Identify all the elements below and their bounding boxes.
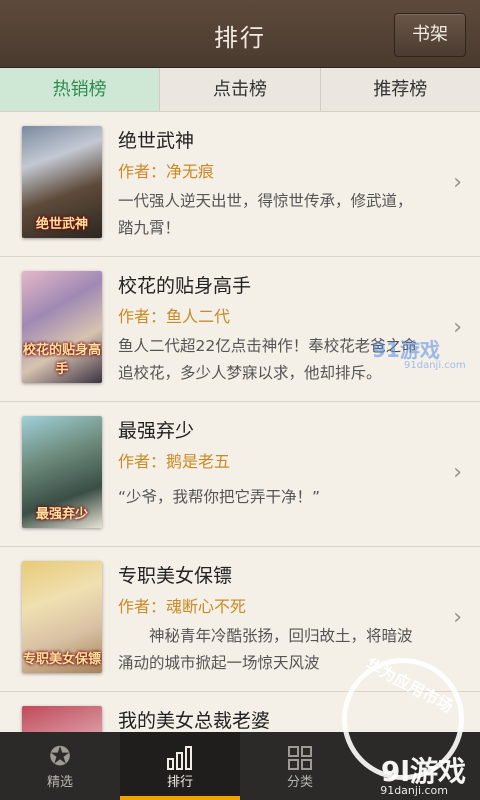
watermark-url-mid: 91danji.com <box>404 360 466 371</box>
book-author: 作者：鱼人二代 <box>118 307 231 326</box>
list-item[interactable]: 最强弃少 最强弃少 作者：鹅是老五 “少爷，我帮你把它弄干净！” › <box>0 402 480 547</box>
book-description: “少爷，我帮你把它弄干净！” <box>118 488 321 506</box>
cover-title: 最强弃少 <box>35 507 88 522</box>
cover-title: 专职美女保镖 <box>22 652 101 667</box>
cover-title: 校花的贴身高手 <box>22 343 101 377</box>
grid-icon <box>240 740 360 774</box>
chevron-right-icon: › <box>453 460 462 485</box>
bar-chart-icon <box>120 740 240 774</box>
book-cover: 绝世武神 <box>22 126 102 238</box>
chevron-right-icon: › <box>453 170 462 195</box>
book-list: 绝世武神 绝世武神 作者：净无痕 一代强人逆天出世，得惊世传承，修武道，踏九霄！… <box>0 112 480 732</box>
tab-clicks[interactable]: 点击榜 <box>160 68 321 111</box>
nav-label: 精选 <box>46 775 73 790</box>
tab-hot-sales[interactable]: 热销榜 <box>0 68 161 111</box>
top-bar: 排行 书架 <box>0 0 480 68</box>
book-author: 作者：魂断心不死 <box>118 597 247 616</box>
ranking-tabs: 热销榜 点击榜 推荐榜 <box>0 68 480 112</box>
nav-item-featured[interactable]: ✪ 精选 <box>0 732 120 800</box>
book-cover: 专职美女保镖 <box>22 561 102 673</box>
book-author: 作者：净无痕 <box>118 162 215 181</box>
chevron-right-icon: › <box>453 315 462 340</box>
book-author: 作者：鹅是老五 <box>118 452 231 471</box>
chevron-right-icon: › <box>453 605 462 630</box>
medal-icon: ✪ <box>49 742 71 772</box>
book-cover <box>22 706 102 732</box>
book-cover: 最强弃少 <box>22 416 102 528</box>
list-item[interactable]: 绝世武神 绝世武神 作者：净无痕 一代强人逆天出世，得惊世传承，修武道，踏九霄！… <box>0 112 480 257</box>
book-title: 最强弃少 <box>118 420 195 442</box>
bookshelf-button[interactable]: 书架 <box>394 13 466 57</box>
book-title: 校花的贴身高手 <box>118 275 252 297</box>
nav-label: 分类 <box>286 775 313 790</box>
book-title: 我的美女总裁老婆 <box>118 710 271 732</box>
book-title: 专职美女保镖 <box>118 565 233 587</box>
book-cover: 校花的贴身高手 <box>22 271 102 383</box>
tab-recommend[interactable]: 推荐榜 <box>321 68 480 111</box>
book-description: 一代强人逆天出世，得惊世传承，修武道，踏九霄！ <box>118 192 413 237</box>
nav-item-categories[interactable]: 分类 <box>240 732 360 800</box>
watermark-url: 91danji.com <box>380 784 448 797</box>
list-item[interactable]: 校花的贴身高手 校花的贴身高手 作者：鱼人二代 鱼人二代超22亿点击神作！奉校花… <box>0 257 480 402</box>
nav-label: 排行 <box>166 775 193 790</box>
watermark-brand-mid: 91游戏 <box>372 338 440 362</box>
cover-title: 绝世武神 <box>35 217 88 232</box>
nav-item-ranking[interactable]: 排行 <box>120 732 240 800</box>
book-title: 绝世武神 <box>118 130 195 152</box>
